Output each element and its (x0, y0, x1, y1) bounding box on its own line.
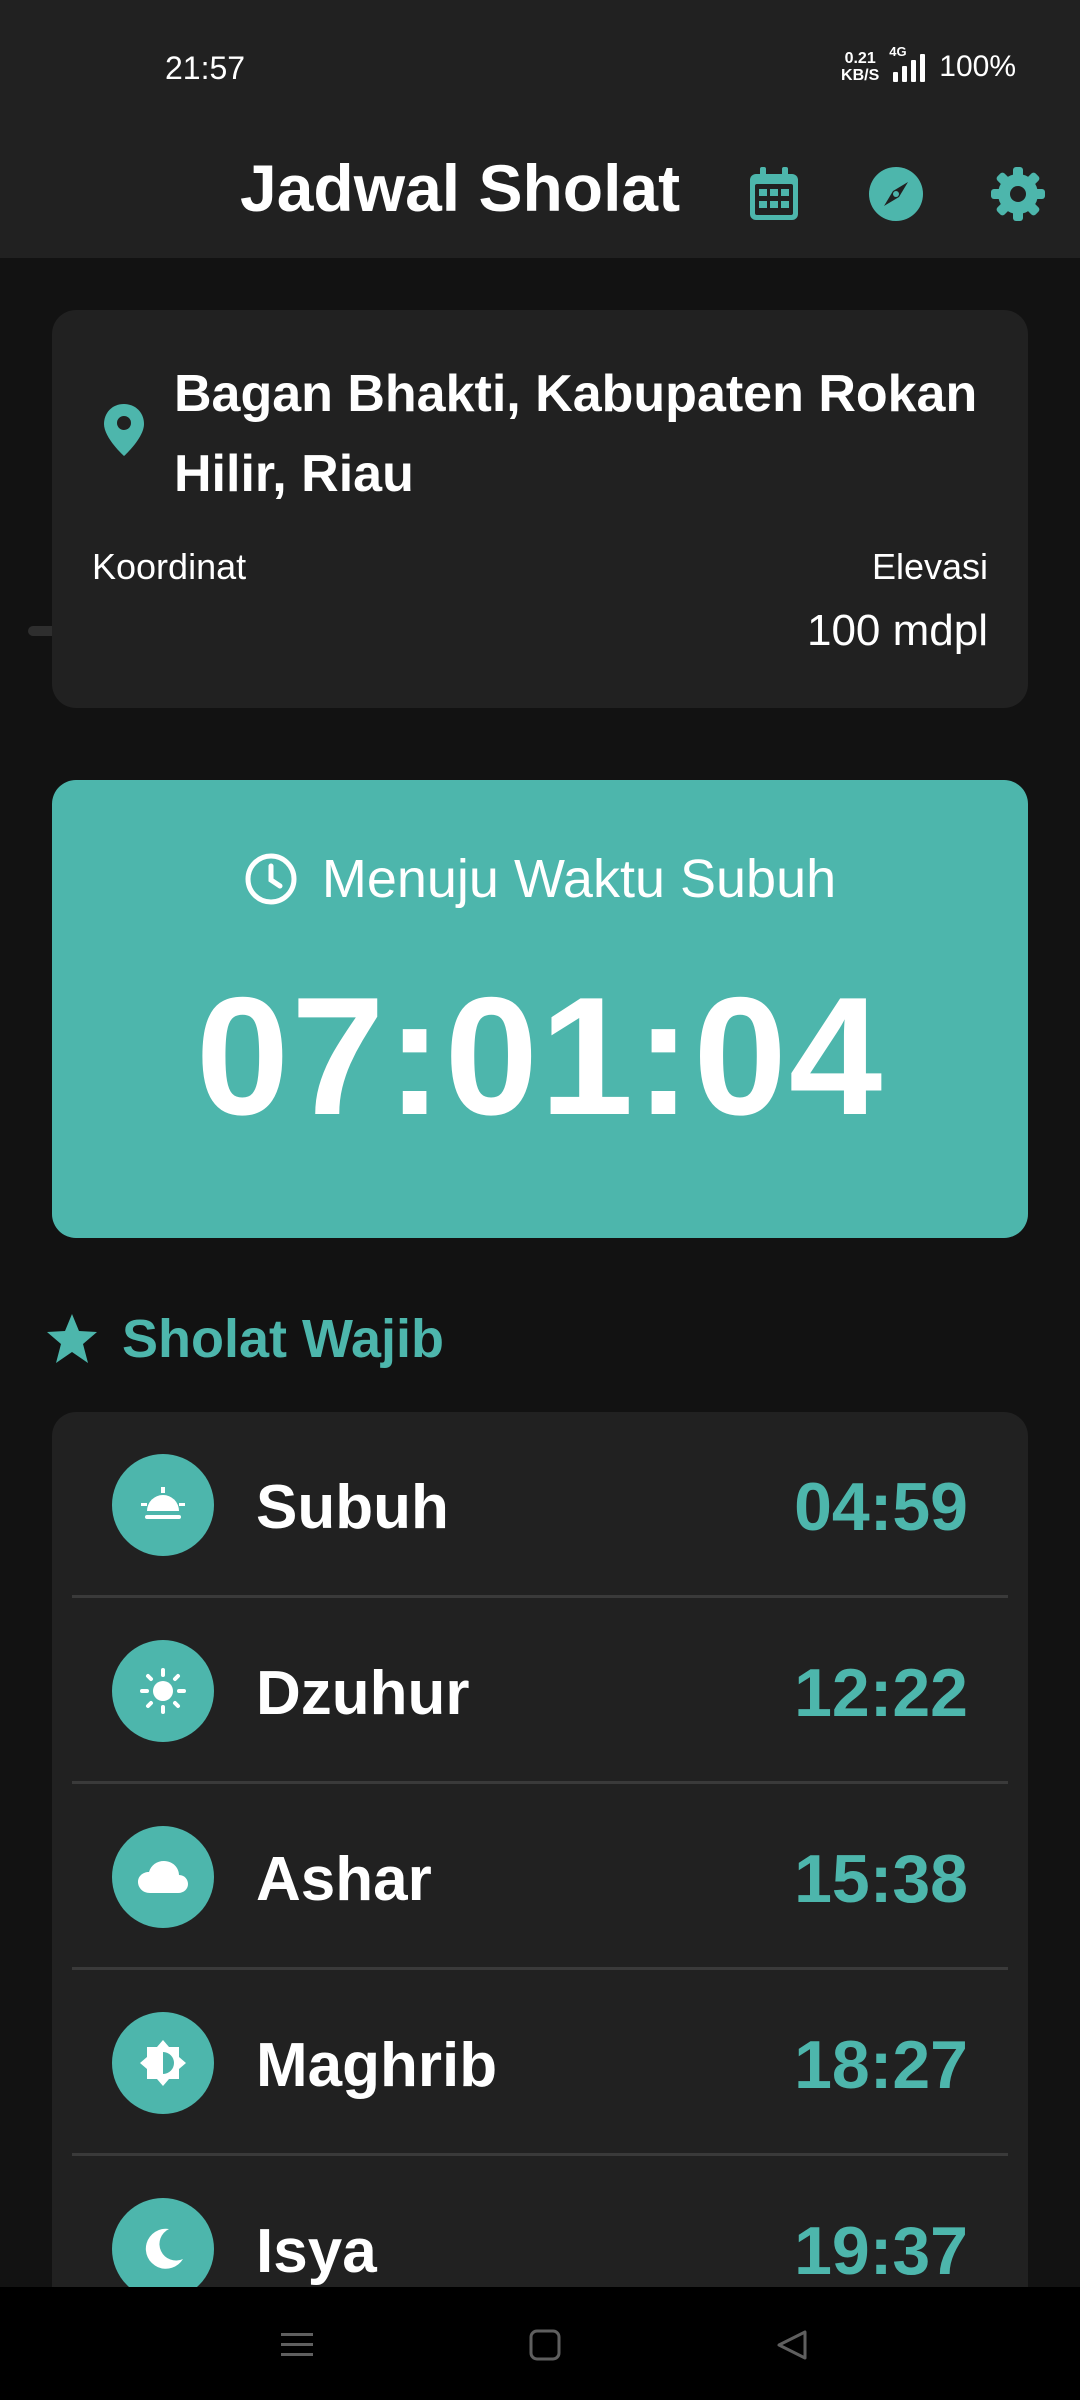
section-title: Sholat Wajib (122, 1309, 444, 1369)
sun-icon (140, 1668, 186, 1714)
brightness-icon (140, 2040, 186, 2086)
prayer-icon-badge (112, 1826, 214, 1928)
recent-apps-button[interactable] (267, 2315, 327, 2375)
location-name: Bagan Bhakti, Kabupaten Rokan Hilir, Ria… (174, 365, 978, 503)
app-title: Jadwal Sholat (240, 151, 681, 225)
prayer-times-list: Subuh 04:59 Dzuhur 12:22 Ashar 15:38 Mag… (52, 1412, 1028, 2400)
square-icon (529, 2329, 561, 2361)
signal-bar (902, 66, 908, 82)
countdown-timer: 07:01:04 (195, 962, 885, 1150)
prayer-time: 04:59 (794, 1469, 968, 1545)
next-prayer-countdown-card: Menuju Waktu Subuh 07:01:04 (52, 780, 1028, 1238)
prayer-name: Dzuhur (256, 1659, 470, 1728)
sunrise-icon (141, 1487, 185, 1519)
prayer-row-ashar[interactable]: Ashar 15:38 (52, 1784, 1028, 1970)
prayer-time: 12:22 (794, 1655, 968, 1731)
prayer-time: 15:38 (794, 1841, 968, 1917)
qibla-compass-button[interactable] (856, 154, 936, 234)
prayer-icon-badge (112, 1640, 214, 1742)
prayer-row-maghrib[interactable]: Maghrib 18:27 (52, 1970, 1028, 2156)
home-button[interactable] (515, 2315, 575, 2375)
cloud-icon (138, 1861, 188, 1893)
prayer-name: Ashar (256, 1845, 432, 1914)
network-speed-value: 0.21 (844, 50, 876, 67)
prayer-icon-badge (112, 1454, 214, 1556)
compass-icon (869, 167, 923, 221)
countdown-header: Menuju Waktu Subuh (52, 848, 1028, 910)
prayer-time: 18:27 (794, 2027, 968, 2103)
back-triangle-icon (777, 2330, 807, 2360)
prayer-name: Isya (256, 2217, 377, 2286)
prayer-row-subuh[interactable]: Subuh 04:59 (52, 1412, 1028, 1598)
prayer-icon-badge (112, 2012, 214, 2114)
back-button[interactable] (762, 2315, 822, 2375)
prayer-time: 19:37 (794, 2213, 968, 2289)
clock-icon (245, 853, 297, 905)
prayer-icon-badge (112, 2198, 214, 2300)
menu-lines-icon (281, 2333, 313, 2356)
star-icon (47, 1314, 97, 1363)
section-header: Sholat Wajib (44, 1308, 444, 1370)
signal-bar (893, 72, 899, 82)
system-navigation-bar (0, 2287, 1080, 2400)
elevation-label: Elevasi (871, 546, 988, 587)
status-time: 21:57 (165, 50, 246, 86)
prayer-name: Maghrib (256, 2031, 498, 2100)
network-speed-unit: KB/S (841, 67, 880, 84)
prayer-schedule-screen: 21:57 0.21 KB/S 4G 100% Jadwal Sholat Ba… (0, 0, 1080, 2400)
prayer-name: Subuh (256, 1473, 449, 1542)
signal-bar (920, 54, 926, 82)
settings-gear-icon (991, 167, 1045, 221)
signal-icon: 4G (889, 44, 926, 82)
elevation-value: 100 mdpl (806, 606, 988, 655)
calendar-icon (750, 167, 798, 220)
settings-button[interactable] (978, 154, 1058, 234)
calendar-button[interactable] (734, 154, 814, 234)
network-speed: 0.21 KB/S (841, 50, 879, 84)
signal-bar (911, 60, 917, 82)
prayer-row-dzuhur[interactable]: Dzuhur 12:22 (52, 1598, 1028, 1784)
network-type: 4G (889, 44, 907, 59)
battery-level: 100% (939, 50, 1016, 83)
app-bar: Jadwal Sholat (0, 130, 1080, 258)
moon-icon (145, 2228, 183, 2269)
location-pin-icon (104, 404, 144, 456)
status-indicators: 0.21 KB/S 4G 100% (841, 44, 1016, 84)
coordinates-label: Koordinat (92, 546, 247, 587)
status-bar: 21:57 0.21 KB/S 4G 100% (0, 0, 1080, 130)
location-card[interactable]: Bagan Bhakti, Kabupaten Rokan Hilir, Ria… (52, 310, 1028, 708)
countdown-title: Menuju Waktu Subuh (321, 849, 837, 909)
